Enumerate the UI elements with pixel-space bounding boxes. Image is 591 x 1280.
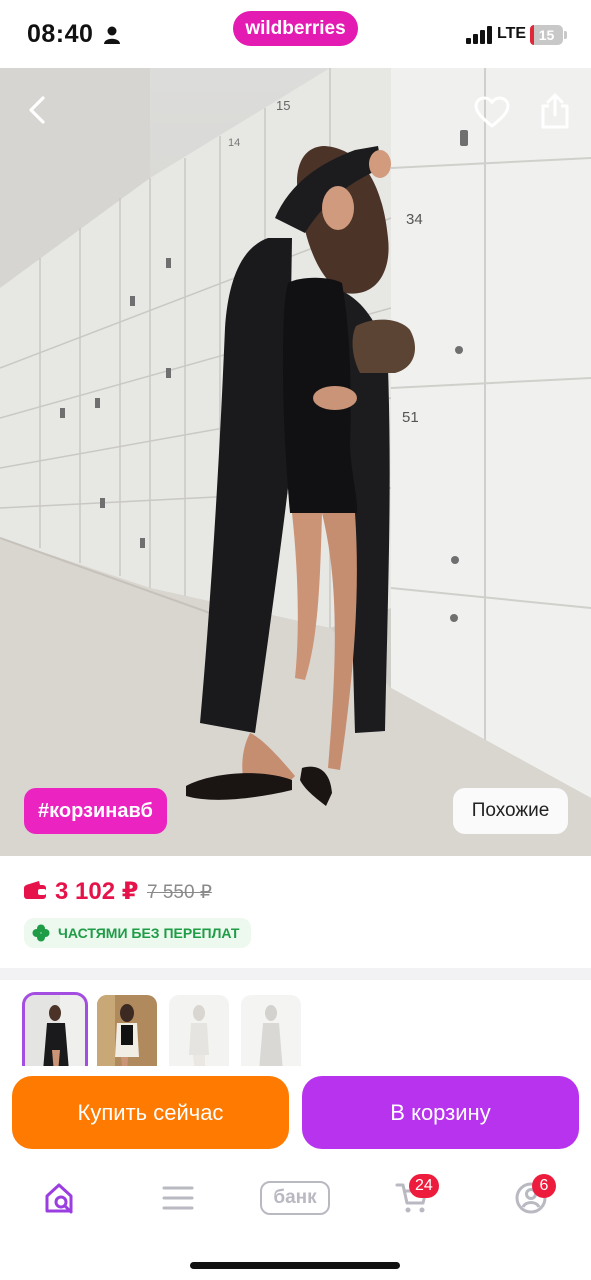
installment-badge[interactable]: ЧАСТЯМИ БЕЗ ПЕРЕПЛАТ	[24, 918, 252, 948]
network-type: LTE	[497, 25, 527, 42]
status-bar: 08:40 wildberries LTE 15	[0, 0, 591, 68]
old-price: 7 550 ₽	[147, 882, 212, 903]
home-search-icon	[45, 1183, 73, 1214]
product-photo[interactable]: 15 14 34 51 #корзинавб Похожие	[0, 68, 591, 856]
heart-icon	[474, 96, 510, 128]
signal-icon	[466, 26, 492, 44]
thumbnail-picture	[169, 995, 229, 1075]
hashtag-pill[interactable]: #корзинавб	[24, 788, 167, 834]
bank-icon: банк	[260, 1181, 330, 1215]
section-divider	[0, 968, 591, 980]
battery-fill	[530, 25, 534, 45]
photo-number: 51	[402, 409, 419, 426]
back-button[interactable]	[18, 90, 58, 130]
battery-level: 15	[538, 27, 555, 43]
share-icon	[541, 93, 569, 129]
thumbnail-image[interactable]	[169, 995, 229, 1075]
favorite-button[interactable]	[470, 90, 514, 134]
bank-label: банк	[273, 1187, 317, 1208]
photo-number: 15	[276, 98, 290, 113]
bottom-navigation: банк 24 6	[0, 1162, 591, 1280]
thumbnail-strip	[0, 980, 591, 1080]
status-time: 08:40	[27, 20, 94, 48]
photo-number: 34	[406, 211, 423, 228]
tab-catalog[interactable]	[154, 1176, 202, 1220]
photo-scene: 15 14 34 51	[0, 68, 591, 856]
clover-icon	[32, 924, 50, 942]
share-button[interactable]	[534, 88, 576, 134]
person-icon	[104, 26, 120, 44]
installment-label: ЧАСТЯМИ БЕЗ ПЕРЕПЛАТ	[58, 925, 240, 941]
battery-indicator: 15	[530, 25, 563, 45]
menu-icon	[162, 1186, 194, 1210]
thumbnail-image[interactable]	[241, 995, 301, 1075]
thumbnail-image[interactable]	[22, 992, 88, 1078]
battery-tip	[564, 31, 567, 39]
buy-now-button[interactable]: Купить сейчас	[12, 1076, 289, 1149]
action-bar: Купить сейчас В корзину	[0, 1066, 591, 1162]
thumbnail-image[interactable]	[97, 995, 157, 1075]
thumbnail-picture	[97, 995, 157, 1075]
tab-home[interactable]	[36, 1176, 84, 1220]
wallet-icon	[24, 881, 46, 899]
similar-button[interactable]: Похожие	[453, 788, 568, 834]
thumbnail-picture	[25, 995, 85, 1075]
add-to-cart-button[interactable]: В корзину	[302, 1076, 579, 1149]
thumbnail-picture	[241, 995, 301, 1075]
brand-logo: wildberries	[233, 11, 358, 46]
cart-badge: 24	[409, 1174, 439, 1198]
back-arrow-icon	[29, 96, 45, 124]
photo-number: 14	[228, 137, 240, 149]
current-price: 3 102 ₽	[55, 878, 139, 905]
profile-badge: 6	[532, 1174, 556, 1198]
price-block: 3 102 ₽ 7 550 ₽ ЧАСТЯМИ БЕЗ ПЕРЕПЛАТ	[0, 856, 591, 968]
tab-bank[interactable]: банк	[258, 1176, 332, 1220]
home-indicator	[190, 1262, 400, 1269]
